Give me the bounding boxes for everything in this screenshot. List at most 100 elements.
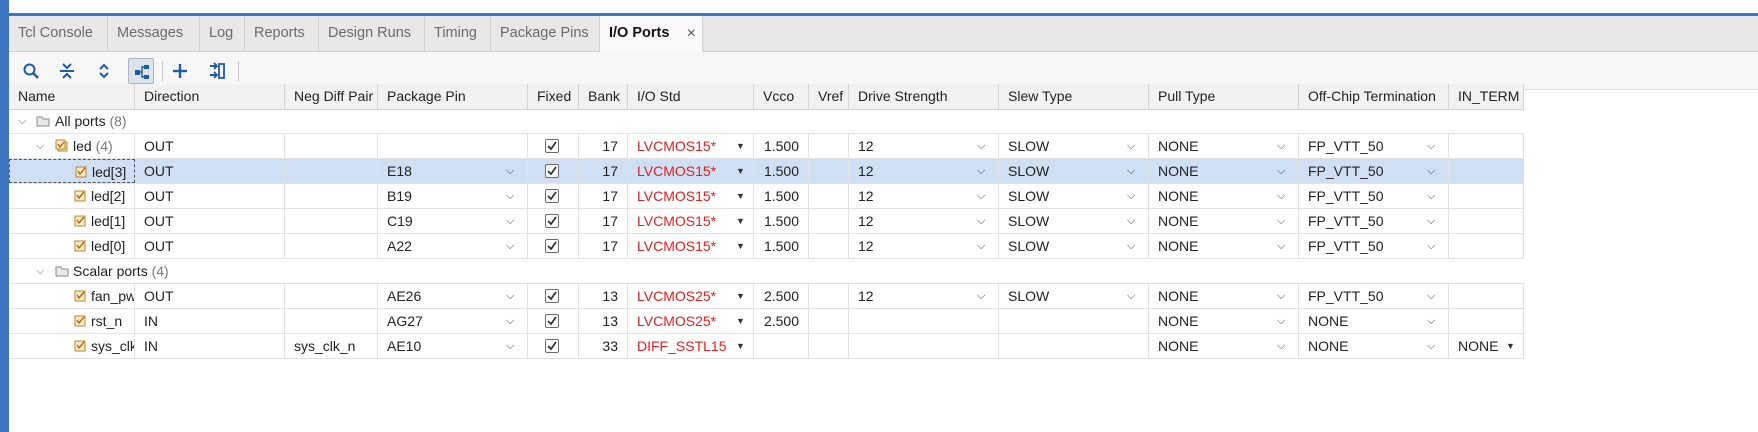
fixed-cell[interactable] xyxy=(528,334,579,358)
column-header-slew-type[interactable]: Slew Type xyxy=(999,84,1149,109)
package-pin-cell[interactable]: AE10 ⌵ xyxy=(378,334,528,358)
chevron-down-icon[interactable]: ⌵ xyxy=(1277,209,1285,233)
chevron-down-icon[interactable]: ⌵ xyxy=(1427,159,1435,183)
fixed-cell[interactable] xyxy=(528,184,579,208)
pull-type-cell[interactable]: NONE ⌵ xyxy=(1149,184,1299,208)
port-row[interactable]: fan_pwm OUT AE26 ⌵ 13 LVCMOS25* ▼ 2.500 12 ⌵ SLOW ⌵… xyxy=(9,284,1524,309)
drive-strength-cell[interactable]: 12 ⌵ xyxy=(849,184,999,208)
pull-type-cell[interactable]: NONE ⌵ xyxy=(1149,309,1299,333)
port-row[interactable]: led[1] OUT C19 ⌵ 17 LVCMOS15* ▼ 1.500 12 ⌵ SLOW ⌵ NO… xyxy=(9,209,1524,234)
fixed-checkbox[interactable] xyxy=(545,189,559,203)
in-term-cell[interactable] xyxy=(1449,284,1524,308)
drive-strength-cell[interactable]: 12 ⌵ xyxy=(849,234,999,258)
off-chip-termination-cell[interactable]: FP_VTT_50 ⌵ xyxy=(1299,209,1449,233)
fixed-cell[interactable] xyxy=(528,284,579,308)
dropdown-arrow-icon[interactable]: ▼ xyxy=(736,159,745,183)
fixed-checkbox[interactable] xyxy=(545,289,559,303)
chevron-down-icon[interactable]: ⌵ xyxy=(1427,134,1435,158)
column-header-bank[interactable]: Bank xyxy=(579,84,628,109)
chevron-down-icon[interactable]: ⌵ xyxy=(1127,159,1135,183)
chevron-down-icon[interactable]: ⌵ xyxy=(1427,334,1435,358)
pull-type-cell[interactable]: NONE ⌵ xyxy=(1149,234,1299,258)
package-pin-cell[interactable]: E18 ⌵ xyxy=(378,159,528,183)
chevron-down-icon[interactable]: ⌵ xyxy=(506,209,514,233)
close-icon[interactable]: × xyxy=(687,16,696,51)
chevron-down-icon[interactable]: ⌵ xyxy=(1427,309,1435,333)
chevron-down-icon[interactable]: ⌵ xyxy=(1427,209,1435,233)
in-term-cell[interactable] xyxy=(1449,134,1524,158)
off-chip-termination-cell[interactable]: FP_VTT_50 ⌵ xyxy=(1299,134,1449,158)
export-button[interactable] xyxy=(204,58,230,84)
chevron-down-icon[interactable]: ⌵ xyxy=(1277,159,1285,183)
package-pin-cell[interactable]: C19 ⌵ xyxy=(378,209,528,233)
drive-strength-cell[interactable] xyxy=(849,309,999,333)
chevron-down-icon[interactable]: ⌵ xyxy=(506,234,514,258)
off-chip-termination-cell[interactable]: NONE ⌵ xyxy=(1299,334,1449,358)
chevron-down-icon[interactable]: ⌵ xyxy=(1277,334,1285,358)
pull-type-cell[interactable]: NONE ⌵ xyxy=(1149,209,1299,233)
dropdown-arrow-icon[interactable]: ▼ xyxy=(736,234,745,258)
column-header-pull-type[interactable]: Pull Type xyxy=(1149,84,1299,109)
pull-type-cell[interactable]: NONE ⌵ xyxy=(1149,334,1299,358)
tab-messages[interactable]: Messages xyxy=(108,16,200,51)
chevron-down-icon[interactable]: ⌵ xyxy=(977,184,985,208)
fixed-cell[interactable] xyxy=(528,134,579,158)
column-header-off-chip-termination[interactable]: Off-Chip Termination xyxy=(1299,84,1449,109)
tab-timing[interactable]: Timing xyxy=(425,16,491,51)
slew-type-cell[interactable]: SLOW ⌵ xyxy=(999,234,1149,258)
chevron-down-icon[interactable]: ⌵ xyxy=(977,234,985,258)
column-header-vcco[interactable]: Vcco xyxy=(754,84,809,109)
package-pin-cell[interactable]: A22 ⌵ xyxy=(378,234,528,258)
fixed-cell[interactable] xyxy=(528,309,579,333)
group-by-interface-button[interactable] xyxy=(128,58,154,84)
column-header-package-pin[interactable]: Package Pin xyxy=(378,84,528,109)
io-std-cell[interactable]: LVCMOS15* ▼ xyxy=(628,134,754,158)
port-row[interactable]: led[3] OUT E18 ⌵ 17 LVCMOS15* ▼ 1.500 12 ⌵ SLOW ⌵ NO… xyxy=(9,159,1524,184)
fixed-checkbox[interactable] xyxy=(545,164,559,178)
slew-type-cell[interactable] xyxy=(999,309,1149,333)
port-row[interactable]: led[0] OUT A22 ⌵ 17 LVCMOS15* ▼ 1.500 12 ⌵ SLOW ⌵ NO… xyxy=(9,234,1524,259)
io-std-cell[interactable]: LVCMOS15* ▼ xyxy=(628,209,754,233)
chevron-down-icon[interactable]: ⌵ xyxy=(506,284,514,308)
off-chip-termination-cell[interactable]: FP_VTT_50 ⌵ xyxy=(1299,184,1449,208)
port-row[interactable]: led[2] OUT B19 ⌵ 17 LVCMOS15* ▼ 1.500 12 ⌵ SLOW ⌵ NO… xyxy=(9,184,1524,209)
drive-strength-cell[interactable]: 12 ⌵ xyxy=(849,159,999,183)
pull-type-cell[interactable]: NONE ⌵ xyxy=(1149,284,1299,308)
fixed-checkbox[interactable] xyxy=(545,314,559,328)
column-header-direction[interactable]: Direction xyxy=(135,84,285,109)
chevron-down-icon[interactable]: ⌵ xyxy=(506,159,514,183)
chevron-down-icon[interactable]: ⌵ xyxy=(977,209,985,233)
drive-strength-cell[interactable] xyxy=(849,334,999,358)
package-pin-cell[interactable] xyxy=(378,134,528,158)
search-button[interactable] xyxy=(18,58,44,84)
chevron-down-icon[interactable]: ⌵ xyxy=(506,184,514,208)
slew-type-cell[interactable]: SLOW ⌵ xyxy=(999,209,1149,233)
group-row-scalar-ports[interactable]: ⌵ Scalar ports (4) xyxy=(9,259,1524,284)
chevron-down-icon[interactable]: ⌵ xyxy=(977,159,985,183)
slew-type-cell[interactable]: SLOW ⌵ xyxy=(999,284,1149,308)
chevron-down-icon[interactable]: ⌵ xyxy=(1127,234,1135,258)
package-pin-cell[interactable]: B19 ⌵ xyxy=(378,184,528,208)
chevron-down-icon[interactable]: ⌵ xyxy=(977,134,985,158)
column-header-in-term[interactable]: IN_TERM xyxy=(1449,84,1524,109)
column-header-name[interactable]: Name xyxy=(9,84,135,109)
dropdown-arrow-icon[interactable]: ▼ xyxy=(736,184,745,208)
fixed-checkbox[interactable] xyxy=(545,339,559,353)
port-row[interactable]: rst_n IN AG27 ⌵ 13 LVCMOS25* ▼ 2.500 NONE ⌵ NONE ⌵ xyxy=(9,309,1524,334)
off-chip-termination-cell[interactable]: NONE ⌵ xyxy=(1299,309,1449,333)
in-term-cell[interactable] xyxy=(1449,209,1524,233)
tab-tcl-console[interactable]: Tcl Console xyxy=(9,16,108,51)
expand-all-button[interactable] xyxy=(91,58,117,84)
slew-type-cell[interactable]: SLOW ⌵ xyxy=(999,134,1149,158)
dropdown-arrow-icon[interactable]: ▼ xyxy=(736,284,745,308)
chevron-down-icon[interactable]: ⌵ xyxy=(1277,309,1285,333)
fixed-cell[interactable] xyxy=(528,209,579,233)
column-header-vref[interactable]: Vref xyxy=(809,84,849,109)
fixed-cell[interactable] xyxy=(528,159,579,183)
io-std-cell[interactable]: LVCMOS25* ▼ xyxy=(628,284,754,308)
chevron-down-icon[interactable]: ⌵ xyxy=(1277,284,1285,308)
in-term-cell[interactable] xyxy=(1449,159,1524,183)
pull-type-cell[interactable]: NONE ⌵ xyxy=(1149,134,1299,158)
chevron-down-icon[interactable]: ⌵ xyxy=(506,334,514,358)
chevron-down-icon[interactable]: ⌵ xyxy=(1127,184,1135,208)
